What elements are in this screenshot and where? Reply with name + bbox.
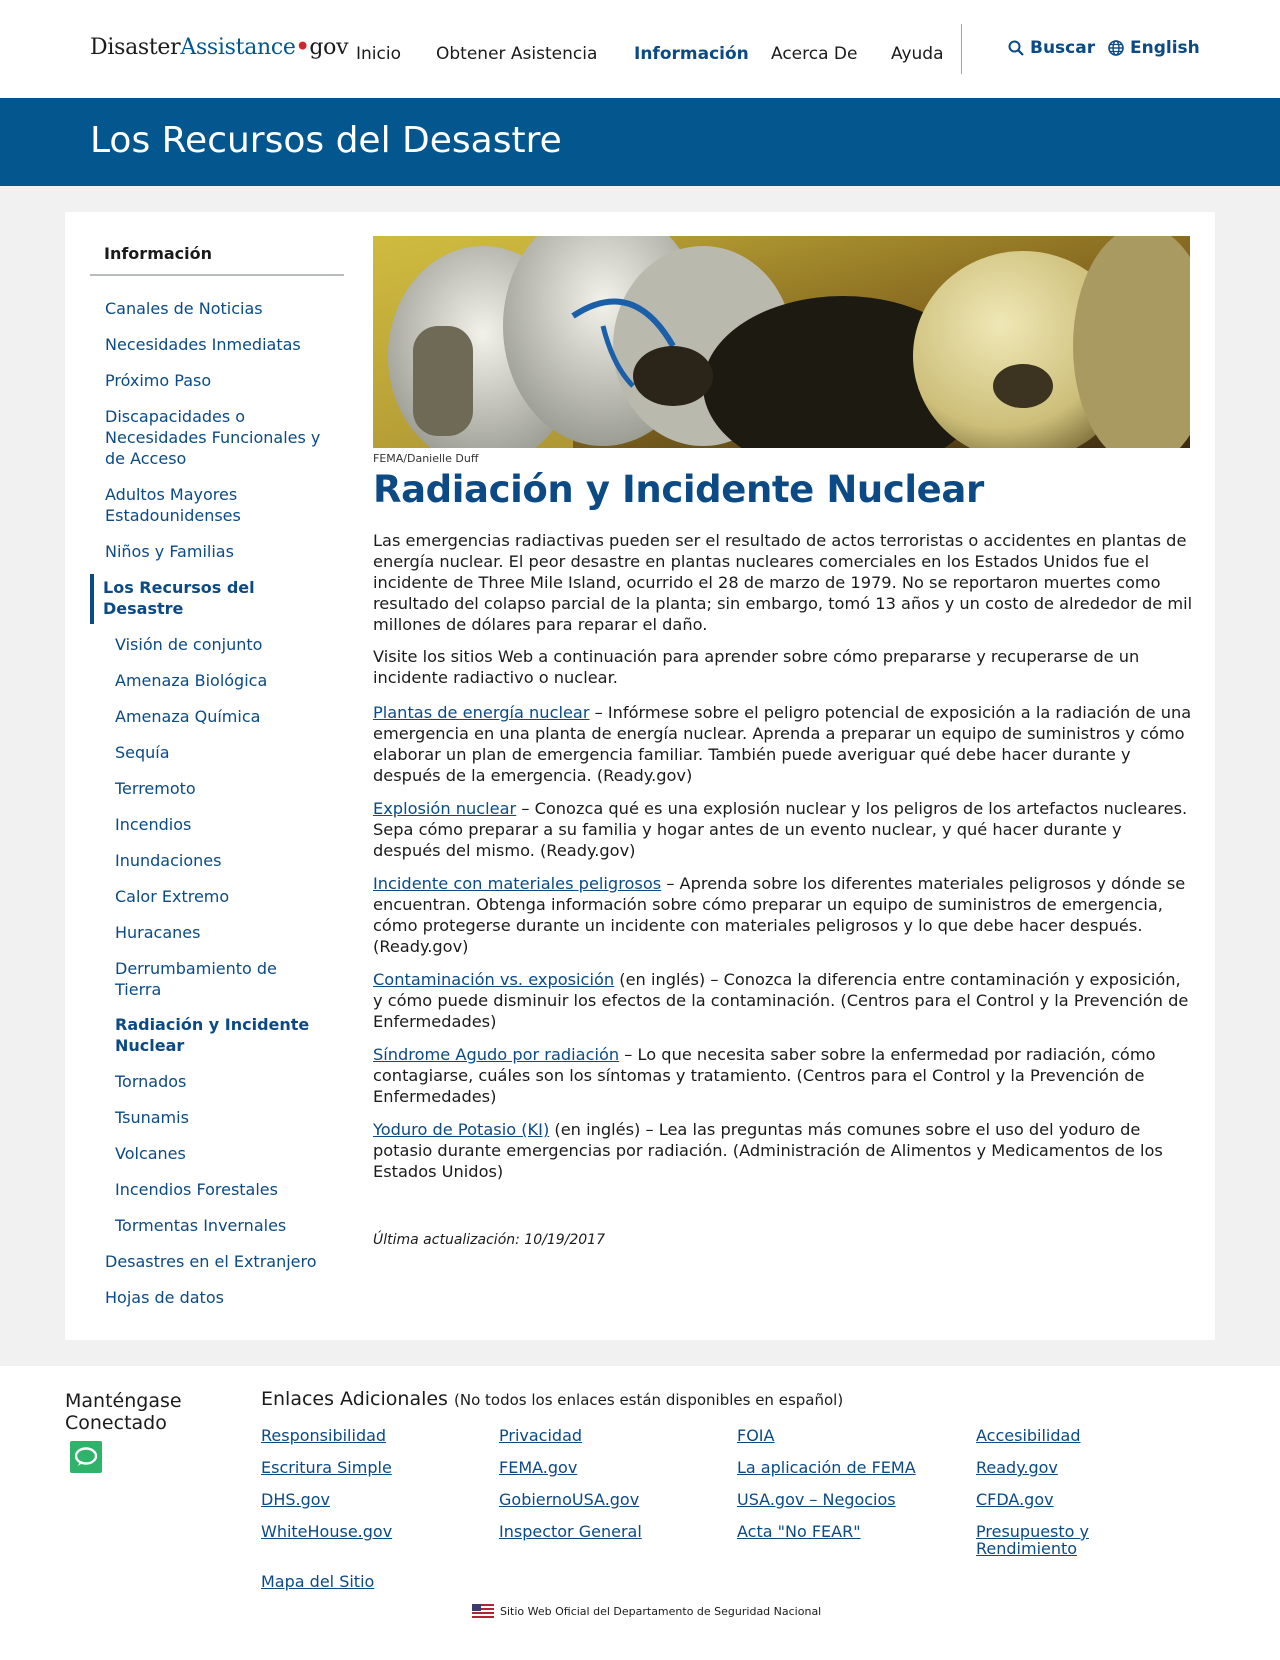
logo-text-assistance: Assistance [180, 35, 296, 60]
logo-text-disaster: Disaster [90, 35, 181, 60]
chat-icon[interactable] [70, 1441, 102, 1473]
nav-acerca-de[interactable]: Acerca De [771, 44, 857, 64]
sidebar-subitem-incendios-forestales[interactable]: Incendios Forestales [115, 1179, 345, 1200]
last-updated: Última actualización: 10/19/2017 [373, 1232, 605, 1248]
footer-link-presupuesto[interactable]: Presupuesto y Rendimiento [976, 1523, 1116, 1557]
hazmat-responders-photo [373, 236, 1190, 448]
footer-link-whitehouse-gov[interactable]: WhiteHouse.gov [261, 1523, 461, 1540]
footer-link-privacidad[interactable]: Privacidad [499, 1427, 699, 1444]
search-icon [1008, 40, 1024, 56]
official-site-notice: Sitio Web Oficial del Departamento de Se… [472, 1604, 821, 1618]
resource-item: Plantas de energía nuclear – Infórmese s… [373, 702, 1193, 786]
footer-connect-heading: Manténgase Conectado [65, 1390, 182, 1434]
sidebar-item-proximo-paso[interactable]: Próximo Paso [105, 370, 345, 391]
sidebar-subitem-amenaza-biologica[interactable]: Amenaza Biológica [115, 670, 345, 691]
footer-link-ready-gov[interactable]: Ready.gov [976, 1459, 1176, 1476]
sidebar-subitem-tsunamis[interactable]: Tsunamis [115, 1107, 345, 1128]
sidebar-subitem-sequia[interactable]: Sequía [115, 742, 345, 763]
footer-link-foia[interactable]: FOIA [737, 1427, 937, 1444]
nav-informacion[interactable]: Información [634, 44, 749, 64]
footer-link-usa-gov-negocios[interactable]: USA.gov – Negocios [737, 1491, 937, 1508]
sidebar-item-los-recursos-del-desastre[interactable]: Los Recursos del Desastre [103, 577, 283, 619]
resource-link-contaminacion[interactable]: Contaminación vs. exposición [373, 970, 614, 989]
search-link[interactable]: Buscar [1008, 38, 1095, 58]
sidebar-subitem-amenaza-quimica[interactable]: Amenaza Química [115, 706, 345, 727]
resource-item: Incidente con materiales peligrosos – Ap… [373, 873, 1193, 957]
sidebar-subitem-incendios[interactable]: Incendios [115, 814, 345, 835]
resource-link-yoduro[interactable]: Yoduro de Potasio (KI) [373, 1120, 549, 1139]
sidebar-subitem-volcanes[interactable]: Volcanes [115, 1143, 345, 1164]
footer-link-gobiernousa-gov[interactable]: GobiernoUSA.gov [499, 1491, 699, 1508]
resource-item: Contaminación vs. exposición (en inglés)… [373, 969, 1193, 1032]
nav-obtener-asistencia[interactable]: Obtener Asistencia [436, 44, 597, 64]
intro-paragraph: Las emergencias radiactivas pueden ser e… [373, 531, 1193, 634]
sidebar-heading: Información [104, 244, 213, 263]
official-site-text: Sitio Web Oficial del Departamento de Se… [500, 1604, 822, 1618]
site-header: DisasterAssistance•gov Inicio Obtener As… [0, 0, 1280, 98]
resource-link-explosion[interactable]: Explosión nuclear [373, 799, 516, 818]
footer-links-heading: Enlaces Adicionales (No todos los enlace… [261, 1388, 843, 1410]
page-title: Radiación y Incidente Nuclear [373, 468, 984, 511]
page-banner: Los Recursos del Desastre [0, 98, 1280, 186]
sidebar-subitem-terremoto[interactable]: Terremoto [115, 778, 345, 799]
sidebar-subitem-vision-de-conjunto[interactable]: Visión de conjunto [115, 634, 345, 655]
footer-link-accesibilidad[interactable]: Accesibilidad [976, 1427, 1176, 1444]
us-flag-icon [472, 1604, 494, 1618]
search-label: Buscar [1030, 38, 1096, 58]
sidebar-subitem-huracanes[interactable]: Huracanes [115, 922, 345, 943]
speech-bubble-icon [74, 1447, 98, 1466]
footer-link-escritura-simple[interactable]: Escritura Simple [261, 1459, 461, 1476]
banner-title: Los Recursos del Desastre [90, 120, 562, 161]
sidebar-item-discapacidades[interactable]: Discapacidades o Necesidades Funcionales… [105, 406, 337, 469]
sidebar-item-canales-de-noticias[interactable]: Canales de Noticias [105, 298, 345, 319]
sidebar-item-hojas-de-datos[interactable]: Hojas de datos [105, 1287, 345, 1308]
sidebar-item-desastres-en-el-extranjero[interactable]: Desastres en el Extranjero [105, 1251, 345, 1272]
sidebar-item-adultos-mayores[interactable]: Adultos Mayores Estadounidenses [105, 484, 305, 526]
globe-icon [1108, 40, 1124, 56]
resource-link-materiales-peligrosos[interactable]: Incidente con materiales peligrosos [373, 874, 661, 893]
footer-link-dhs-gov[interactable]: DHS.gov [261, 1491, 461, 1508]
sidebar-item-ninos-y-familias[interactable]: Niños y Familias [105, 541, 345, 562]
footer-links-title: Enlaces Adicionales [261, 1388, 448, 1410]
hero-image [373, 236, 1190, 448]
sidebar-subitem-derrumbamiento-de-tierra[interactable]: Derrumbamiento de Tierra [115, 958, 295, 1000]
footer-link-fema-app[interactable]: La aplicación de FEMA [737, 1459, 937, 1476]
nav-divider [961, 24, 962, 74]
image-credit: FEMA/Danielle Duff [373, 452, 479, 465]
resource-link-plantas[interactable]: Plantas de energía nuclear [373, 703, 590, 722]
visit-paragraph: Visite los sitios Web a continuación par… [373, 647, 1140, 687]
sidebar-subitem-tormentas-invernales[interactable]: Tormentas Invernales [115, 1215, 345, 1236]
resource-item: Explosión nuclear – Conozca qué es una e… [373, 798, 1193, 861]
resource-link-sindrome[interactable]: Síndrome Agudo por radiación [373, 1045, 619, 1064]
language-label: English [1130, 38, 1200, 58]
sidebar-subitem-tornados[interactable]: Tornados [115, 1071, 345, 1092]
sidebar-subitem-calor-extremo[interactable]: Calor Extremo [115, 886, 345, 907]
resource-item: Yoduro de Potasio (KI) (en inglés) – Lea… [373, 1119, 1193, 1182]
logo-text-gov: gov [309, 35, 349, 60]
footer-link-mapa-del-sitio[interactable]: Mapa del Sitio [261, 1573, 461, 1590]
footer-link-inspector-general[interactable]: Inspector General [499, 1523, 699, 1540]
sidebar-active-indicator [90, 574, 94, 624]
resource-item: Síndrome Agudo por radiación – Lo que ne… [373, 1044, 1193, 1107]
language-toggle[interactable]: English [1108, 38, 1200, 58]
sidebar-item-necesidades-inmediatas[interactable]: Necesidades Inmediatas [105, 334, 345, 355]
footer-link-responsibilidad[interactable]: Responsibilidad [261, 1427, 461, 1444]
sidebar-divider [90, 274, 344, 276]
logo-dot: • [295, 34, 310, 60]
sidebar-subitem-inundaciones[interactable]: Inundaciones [115, 850, 345, 871]
footer-link-fema-gov[interactable]: FEMA.gov [499, 1459, 699, 1476]
footer-links-note: (No todos los enlaces están disponibles … [454, 1391, 844, 1409]
footer-link-cfda-gov[interactable]: CFDA.gov [976, 1491, 1176, 1508]
footer-link-no-fear-act[interactable]: Acta "No FEAR" [737, 1523, 937, 1540]
sidebar-subitem-radiacion-y-incidente-nuclear[interactable]: Radiación y Incidente Nuclear [115, 1014, 315, 1056]
nav-inicio[interactable]: Inicio [356, 44, 401, 64]
nav-ayuda[interactable]: Ayuda [891, 44, 944, 64]
site-logo[interactable]: DisasterAssistance•gov [90, 34, 349, 60]
